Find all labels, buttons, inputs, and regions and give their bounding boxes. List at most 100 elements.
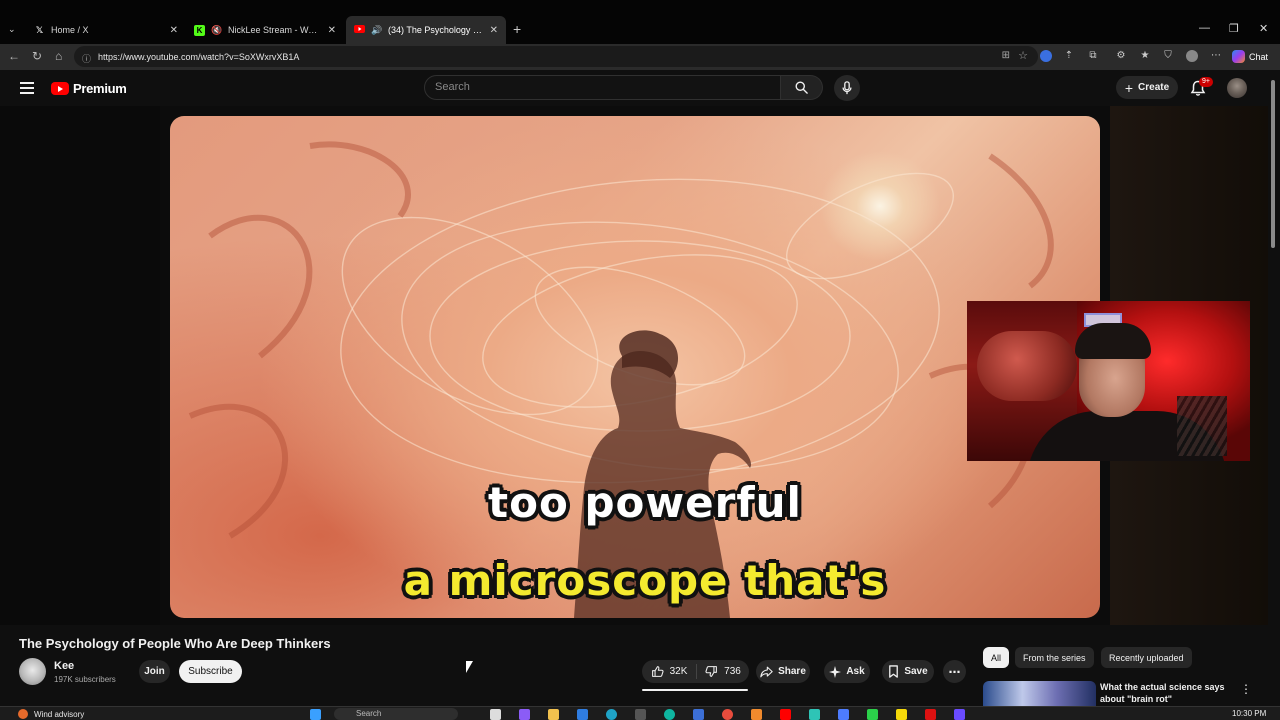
like-button[interactable]: 32K — [642, 664, 697, 679]
browser-toolbar: ← ↻ ⌂ ⓘ https://www.youtube.com/watch?v=… — [0, 44, 1280, 70]
video-frame: too powerful a microscope that's — [170, 116, 1100, 618]
chip-all[interactable]: All — [983, 647, 1010, 668]
chrome-icon[interactable] — [722, 709, 733, 720]
home-icon[interactable]: ⌂ — [55, 49, 62, 63]
app-icon-4[interactable] — [867, 709, 878, 720]
extension-pin-icon[interactable]: ⇡ — [1063, 50, 1075, 62]
webcam-overlay — [967, 301, 1250, 461]
weather-text: Wind advisory — [34, 709, 85, 719]
youtube-premium-logo[interactable]: Premium — [51, 81, 127, 96]
subscribe-button[interactable]: Subscribe — [179, 660, 242, 683]
apps-icon[interactable]: ⊞ — [1002, 50, 1010, 61]
tab-label: Home / X — [51, 25, 89, 35]
app-icon-5[interactable] — [925, 709, 936, 720]
thumbs-up-icon — [651, 666, 664, 677]
copilot-icon — [1232, 50, 1245, 63]
favorites-icon[interactable]: ★ — [1139, 50, 1151, 62]
recommended-video-menu-icon[interactable]: ⋮ — [1240, 682, 1252, 696]
profile-icon[interactable] — [1186, 50, 1198, 62]
menu-hamburger-icon[interactable] — [20, 82, 34, 94]
copilot-taskbar-icon[interactable] — [519, 709, 530, 720]
site-info-icon[interactable]: ⓘ — [82, 52, 92, 64]
copilot-chat-button[interactable]: Chat — [1232, 48, 1268, 65]
create-label: Create — [1138, 82, 1170, 93]
channel-name[interactable]: Kee — [54, 660, 74, 672]
like-count: 32K — [669, 666, 688, 677]
tab-list-dropdown-icon[interactable]: ⌄ — [8, 24, 16, 35]
sticky-notes-icon[interactable] — [896, 709, 907, 720]
photos-icon[interactable] — [751, 709, 762, 720]
app-icon[interactable] — [635, 709, 646, 720]
extension-tool-icon[interactable]: ⚙ — [1115, 50, 1127, 62]
account-avatar[interactable] — [1227, 78, 1247, 98]
app-icon-3[interactable] — [838, 709, 849, 720]
app-icon-6[interactable] — [954, 709, 965, 720]
back-icon[interactable]: ← — [8, 49, 20, 63]
logo-text: Premium — [73, 81, 127, 96]
browser-essentials-icon[interactable]: ⛉ — [1162, 50, 1174, 62]
search-icon — [795, 81, 808, 94]
notification-badge: 9+ — [1199, 77, 1213, 87]
share-label: Share — [778, 666, 806, 677]
search-button[interactable] — [781, 75, 823, 100]
chip-recently-uploaded[interactable]: Recently uploaded — [1101, 647, 1192, 668]
tab-kick-stream[interactable]: K 🔇 NickLee Stream - Watch Live o ✕ — [186, 16, 344, 44]
taskbar-clock[interactable]: 10:30 PM — [1232, 709, 1266, 718]
edge-active-icon[interactable] — [664, 709, 675, 720]
app-icon-2[interactable] — [809, 709, 820, 720]
page-scrollbar[interactable] — [1270, 70, 1276, 700]
ask-label: Ask — [846, 666, 865, 677]
join-button[interactable]: Join — [139, 660, 170, 683]
close-window-icon[interactable]: ✕ — [1259, 22, 1268, 35]
edge-icon[interactable] — [606, 709, 617, 720]
tab-youtube-video[interactable]: 🔊 (34) The Psychology of People ✕ — [346, 16, 506, 44]
minimize-icon[interactable]: — — [1199, 22, 1210, 34]
address-bar[interactable]: ⓘ https://www.youtube.com/watch?v=SoXWxr… — [74, 46, 1038, 67]
url-text: https://www.youtube.com/watch?v=SoXWxrvX… — [98, 51, 300, 62]
restore-icon[interactable]: ❐ — [1229, 22, 1239, 35]
save-label: Save — [904, 666, 928, 677]
save-button[interactable]: Save — [882, 660, 934, 683]
recommended-video-title[interactable]: What the actual science says about "brai… — [1100, 681, 1230, 705]
chip-from-the-series[interactable]: From the series — [1015, 647, 1094, 668]
channel-avatar[interactable] — [19, 658, 46, 685]
file-explorer-icon[interactable] — [548, 709, 559, 720]
task-view-icon[interactable] — [490, 709, 501, 720]
calculator-icon[interactable] — [693, 709, 704, 720]
weather-widget[interactable]: Wind advisory — [18, 709, 84, 719]
ask-button[interactable]: Ask — [824, 660, 870, 683]
speaker-icon[interactable]: 🔊 — [371, 25, 382, 36]
muted-speaker-icon[interactable]: 🔇 — [211, 25, 222, 36]
tab-x-home[interactable]: 𝕏 Home / X ✕ — [26, 16, 186, 44]
dislike-button[interactable]: 736 — [697, 665, 749, 678]
subscriber-count: 197K subscribers — [54, 675, 116, 684]
youtube-taskbar-icon[interactable] — [780, 709, 791, 720]
youtube-logo-icon — [354, 24, 365, 36]
scrollbar-thumb[interactable] — [1271, 80, 1275, 248]
plus-icon: + — [1124, 79, 1134, 96]
start-icon[interactable] — [310, 709, 321, 720]
taskbar-search[interactable]: Search — [334, 708, 458, 720]
new-tab-icon[interactable]: + — [513, 21, 521, 37]
extensions-puzzle-icon[interactable]: ⧉ — [1087, 50, 1099, 62]
webcam-blanket — [977, 331, 1077, 401]
voice-search-button[interactable] — [834, 75, 860, 101]
browser-menu-icon[interactable]: ⋯ — [1210, 50, 1222, 62]
weather-alert-icon — [18, 709, 28, 719]
tab-close-icon[interactable]: ✕ — [490, 25, 498, 36]
kick-logo-icon: K — [194, 24, 205, 36]
search-input[interactable]: Search — [424, 75, 781, 100]
favorite-star-icon[interactable]: ☆ — [1018, 49, 1028, 62]
recommended-video-thumbnail[interactable] — [983, 681, 1096, 706]
sparkle-icon — [829, 665, 842, 678]
create-button[interactable]: + Create — [1116, 76, 1178, 99]
tab-close-icon[interactable]: ✕ — [328, 25, 336, 36]
reload-icon[interactable]: ↻ — [32, 49, 42, 63]
extension-blue-icon[interactable] — [1040, 50, 1052, 62]
x-logo-icon: 𝕏 — [35, 24, 44, 35]
more-actions-icon[interactable]: ⋯ — [943, 660, 966, 683]
share-button[interactable]: Share — [756, 660, 810, 683]
notifications-button[interactable]: 9+ — [1190, 77, 1213, 98]
store-icon[interactable] — [577, 709, 588, 720]
tab-close-icon[interactable]: ✕ — [170, 25, 178, 36]
